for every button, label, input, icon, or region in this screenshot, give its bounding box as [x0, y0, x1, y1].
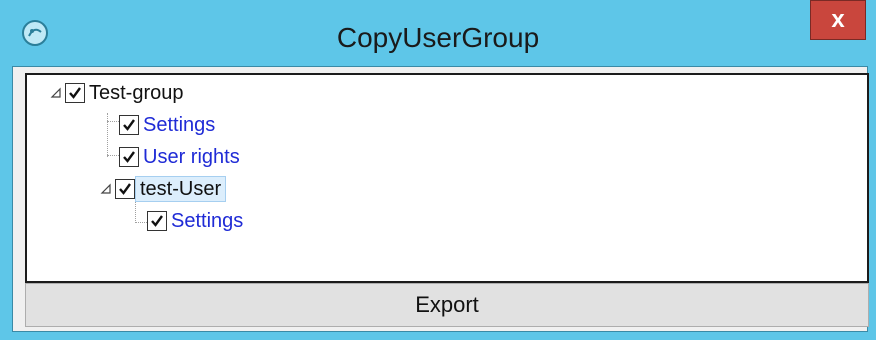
permissions-tree[interactable]: Test-group Settings User rights test-Use…: [25, 73, 869, 283]
tree-connector: [107, 121, 119, 122]
checkmark-icon: [69, 87, 81, 99]
collapse-triangle-icon[interactable]: [97, 180, 115, 198]
close-icon: x: [831, 6, 845, 33]
collapse-triangle-icon[interactable]: [47, 84, 65, 102]
tree-node-checkbox[interactable]: [115, 179, 135, 199]
tree-node-root[interactable]: Test-group: [47, 79, 184, 107]
checkmark-icon: [123, 151, 135, 163]
tree-node-checkbox[interactable]: [65, 83, 85, 103]
tree-node-user-settings[interactable]: Settings: [147, 207, 243, 235]
tree-node-label: Settings: [171, 210, 244, 232]
checkmark-icon: [119, 183, 131, 195]
tree-node-checkbox[interactable]: [119, 147, 139, 167]
tree-connector: [107, 113, 108, 157]
tree-node-settings[interactable]: Settings: [119, 111, 215, 139]
export-button-label: Export: [415, 292, 479, 317]
tree-node-user-rights[interactable]: User rights: [119, 143, 240, 171]
title-bar[interactable]: CopyUserGroup x: [0, 0, 876, 66]
checkmark-icon: [151, 215, 163, 227]
tree-connector: [135, 222, 147, 223]
checkmark-icon: [123, 119, 135, 131]
tree-node-label: User rights: [143, 146, 240, 168]
close-button[interactable]: x: [810, 0, 866, 40]
tree-connector: [107, 155, 119, 156]
tree-node-checkbox[interactable]: [147, 211, 167, 231]
tree-node-test-user[interactable]: test-User: [97, 175, 227, 203]
tree-node-label: Test-group: [89, 82, 184, 104]
tree-node-label: test-User: [135, 176, 227, 202]
tree-node-label: Settings: [143, 114, 216, 136]
window-client-area: Test-group Settings User rights test-Use…: [12, 66, 869, 332]
copy-user-group-window: CopyUserGroup x Test-group Settings User…: [0, 0, 876, 340]
export-button[interactable]: Export: [25, 283, 869, 327]
tree-node-checkbox[interactable]: [119, 115, 139, 135]
window-title: CopyUserGroup: [336, 22, 540, 53]
